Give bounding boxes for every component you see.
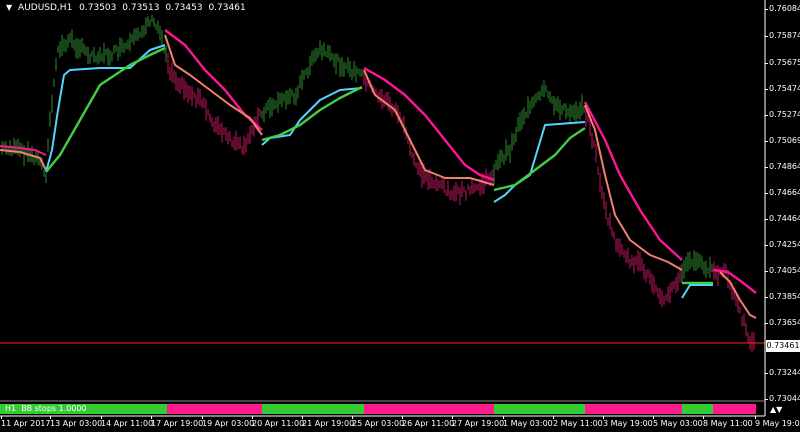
price-tick: 0.75474 (764, 84, 800, 93)
time-label: 21 Apr 19:00 (302, 416, 355, 428)
trend-line-up (261, 85, 363, 142)
price-tick: 0.74054 (764, 266, 800, 275)
price-tick: 0.74864 (764, 162, 800, 171)
indicator-lines (0, 29, 765, 344)
chart-title: ▼ AUDUSD,H1 0.73503 0.73513 0.73453 0.73… (6, 3, 249, 13)
time-axis[interactable]: 11 Apr 2017 13 Apr 03:00 14 Apr 11:00 17… (0, 416, 800, 432)
stop-line-down (363, 69, 495, 186)
price-tick: 0.74664 (764, 188, 800, 197)
chart-menu-arrow-icon[interactable]: ▼ (6, 3, 12, 12)
indicator-timeframe: H1 (5, 404, 17, 413)
price-tick: 0.75874 (764, 31, 800, 40)
stop-line-up (493, 121, 586, 203)
trend-line-up (45, 46, 166, 173)
indicator-segment (682, 404, 713, 414)
time-label: 1 May 03:00 (503, 416, 553, 428)
price-tick: 0.74254 (764, 240, 800, 249)
time-label: 14 Apr 11:00 (101, 416, 154, 428)
price-tick: 0.75069 (764, 136, 800, 145)
price-tick: 0.73854 (764, 292, 800, 301)
indicator-segment (713, 404, 756, 414)
time-label: 17 Apr 19:00 (151, 416, 204, 428)
trend-line-up (493, 127, 586, 192)
time-label: 25 Apr 03:00 (352, 416, 405, 428)
time-label: 5 May 03:00 (653, 416, 703, 428)
time-label: 2 May 11:00 (553, 416, 603, 428)
price-tick: 0.73654 (764, 318, 800, 327)
stop-line-down (0, 149, 47, 171)
price-tick: 0.75675 (764, 58, 800, 67)
indicator-segment (262, 404, 364, 414)
time-label: 19 Apr 03:00 (202, 416, 255, 428)
current-price-label: 0.73461 (766, 340, 800, 352)
chart-window[interactable]: ▼ AUDUSD,H1 0.73503 0.73513 0.73453 0.73… (0, 0, 800, 432)
price-tick: 0.75274 (764, 110, 800, 119)
price-axis[interactable]: 0.76084 0.75874 0.75675 0.75474 0.75274 … (764, 0, 800, 420)
time-label: 3 May 19:00 (603, 416, 653, 428)
indicator-subwindow (0, 404, 756, 414)
stop-line-up (681, 284, 713, 299)
price-tick: 0.74464 (764, 214, 800, 223)
chart-symbol: AUDUSD,H1 (18, 3, 73, 13)
ohlc-open: 0.73503 (79, 3, 117, 13)
time-label: 8 May 11:00 (703, 416, 753, 428)
time-label: 20 Apr 11:00 (252, 416, 305, 428)
time-label: 13 Apr 03:00 (50, 416, 103, 428)
indicator-segment (494, 404, 585, 414)
price-chart[interactable] (0, 0, 800, 432)
ohlc-low: 0.73453 (165, 3, 203, 13)
indicator-segment (364, 404, 494, 414)
trend-line-down (363, 66, 495, 182)
stop-line-up (45, 44, 166, 173)
indicator-label: H1 BB stops 1.0000 (5, 404, 92, 413)
time-label: 9 May 19:00 (755, 416, 800, 428)
scroll-arrow-icon[interactable]: ▲▼ (770, 405, 782, 414)
ohlc-high: 0.73513 (122, 3, 160, 13)
price-bars (1, 14, 755, 353)
price-tick: 0.73044 (764, 394, 800, 403)
time-label: 26 Apr 11:00 (402, 416, 455, 428)
time-label: 11 Apr 2017 (1, 416, 51, 428)
price-tick: 0.73244 (764, 368, 800, 377)
indicator-segment (167, 404, 262, 414)
time-label: 27 Apr 19:00 (452, 416, 505, 428)
ohlc-close: 0.73461 (208, 3, 246, 13)
indicator-name: BB stops 1.0000 (21, 404, 87, 413)
indicator-segment (585, 404, 682, 414)
price-tick: 0.76084 (764, 4, 800, 13)
